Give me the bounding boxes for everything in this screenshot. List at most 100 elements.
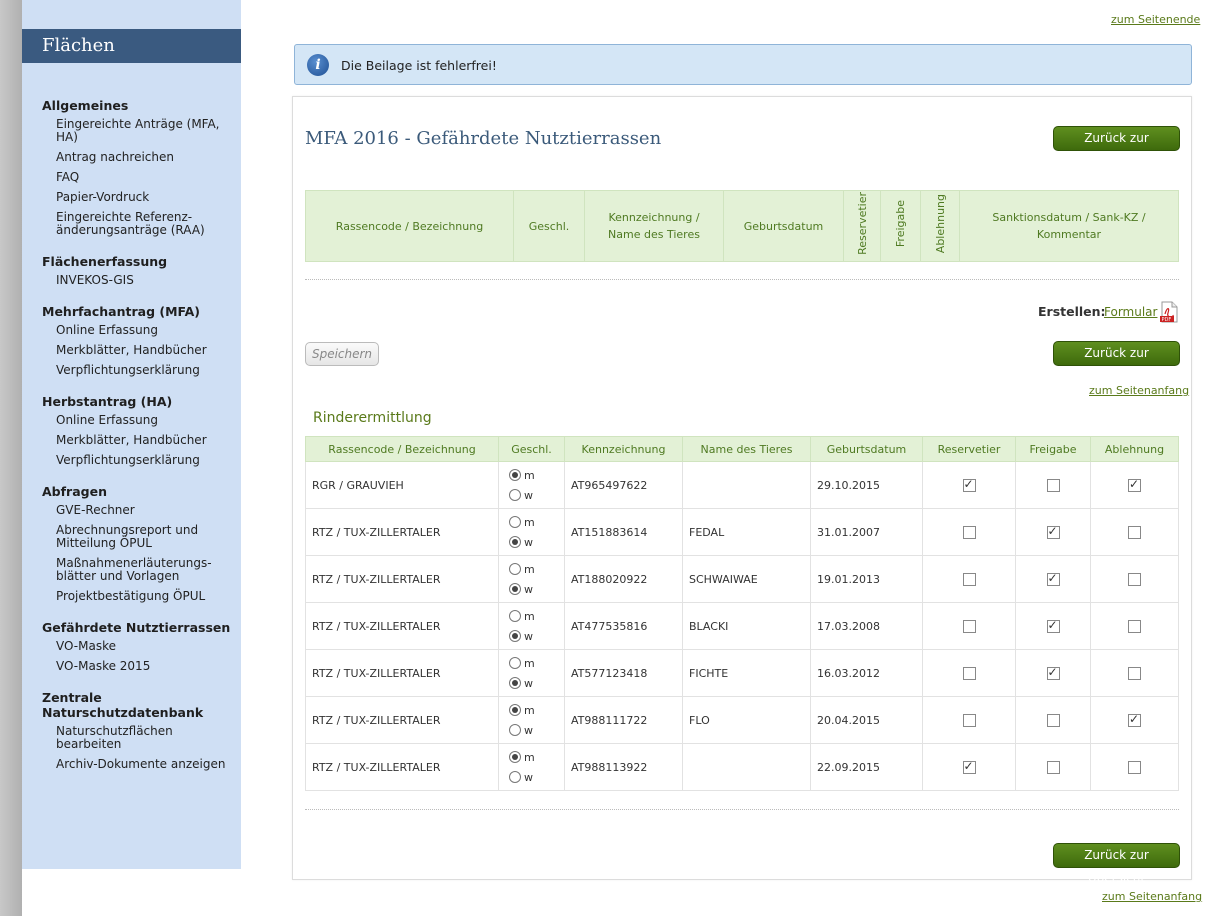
reject-checkbox[interactable] [1128, 477, 1141, 492]
nav-item[interactable]: VO-Maske 2015 [42, 660, 241, 673]
release-checkbox[interactable] [1046, 571, 1060, 586]
nav-item[interactable]: VO-Maske [42, 640, 241, 653]
nav-group: Herbstantrag (HA) Online Erfassung Merkblä… [42, 394, 241, 467]
radio-female[interactable] [509, 724, 521, 736]
radio-female[interactable] [509, 583, 521, 595]
release-checkbox[interactable] [1046, 618, 1060, 633]
reject-checkbox[interactable] [1128, 572, 1141, 586]
save-button[interactable]: Speichern [305, 342, 379, 366]
nav-section-title: Abfragen [42, 484, 107, 499]
nav-item[interactable]: Projektbestätigung ÖPUL [42, 590, 241, 603]
pdf-icon[interactable]: PDF [1159, 301, 1179, 323]
nav-item[interactable]: Merkblätter, Handbücher [42, 434, 241, 447]
reject-checkbox[interactable] [1128, 525, 1141, 539]
reject-checkbox[interactable] [1128, 619, 1141, 633]
cell-breed: RTZ / TUX-ZILLERTALER [305, 555, 499, 603]
back-to-overview-button-top[interactable]: Zurück zur Übersicht [1053, 126, 1180, 168]
nav-item[interactable]: Verpflichtungserklärung [42, 454, 241, 467]
cell-release [1015, 743, 1091, 791]
radio-male[interactable] [509, 469, 521, 481]
cell-id: AT477535816 [564, 602, 683, 650]
reserve-checkbox[interactable] [962, 619, 976, 633]
reserve-checkbox[interactable] [962, 759, 976, 774]
nav-item[interactable]: Merkblätter, Handbücher [42, 344, 241, 357]
reserve-checkbox[interactable] [962, 713, 976, 727]
nav-item[interactable]: Maßnahmenerläuterungs-blätter und Vorlag… [42, 557, 241, 583]
radio-female-label: w [524, 535, 533, 549]
radio-female[interactable] [509, 536, 521, 548]
col-sex: Geschl. [498, 436, 565, 462]
cell-reject [1090, 696, 1179, 744]
cell-release [1015, 508, 1091, 556]
cell-reserve [922, 649, 1016, 697]
radio-male[interactable] [509, 751, 521, 763]
nav-item[interactable]: Antrag nachreichen [42, 151, 241, 164]
nav-item[interactable]: Eingereichte Referenz-änderungsanträge (… [42, 211, 241, 237]
cell-name: SCHWAIWAE [682, 555, 811, 603]
rinder-section-title: Rinderermittlung [313, 410, 432, 426]
nav-item[interactable]: FAQ [42, 171, 241, 184]
table-row: RTZ / TUX-ZILLERTALER m w AT188020922 SCHWAI… [305, 555, 1179, 603]
radio-male[interactable] [509, 610, 521, 622]
cell-reject [1090, 743, 1179, 791]
cell-name: FEDAL [682, 508, 811, 556]
reject-checkbox[interactable] [1128, 760, 1141, 774]
release-checkbox[interactable] [1046, 665, 1060, 680]
radio-female[interactable] [509, 677, 521, 689]
release-checkbox[interactable] [1046, 760, 1060, 774]
reject-checkbox[interactable] [1128, 666, 1141, 680]
nav-item[interactable]: Abrechnungsreport und Mitteilung ÖPUL [42, 524, 241, 550]
nav-item[interactable]: Online Erfassung [42, 324, 241, 337]
reserve-checkbox[interactable] [962, 666, 976, 680]
header-sanction: Sanktionsdatum / Sank-KZ / Kommentar [959, 190, 1179, 262]
release-checkbox[interactable] [1046, 713, 1060, 727]
nav-item[interactable]: GVE-Rechner [42, 504, 241, 517]
cell-breed: RTZ / TUX-ZILLERTALER [305, 508, 499, 556]
nav-item[interactable]: Naturschutzflächen bearbeiten [42, 725, 241, 751]
to-top-link[interactable]: zum Seitenanfang [1102, 890, 1202, 903]
cell-reserve [922, 696, 1016, 744]
back-to-overview-button-mid[interactable]: Zurück zur Übersicht [1053, 341, 1180, 383]
radio-male[interactable] [509, 516, 521, 528]
cell-birth: 17.03.2008 [810, 602, 923, 650]
reserve-checkbox[interactable] [962, 477, 976, 492]
nav-item[interactable]: Online Erfassung [42, 414, 241, 427]
radio-female[interactable] [509, 489, 521, 501]
cell-breed: RGR / GRAUVIEH [305, 461, 499, 509]
radio-male-label: m [524, 515, 535, 529]
header-id-name: Kennzeichnung / Name des Tieres [584, 190, 724, 262]
nav-item[interactable]: Verpflichtungserklärung [42, 364, 241, 377]
nav-item[interactable]: Archiv-Dokumente anzeigen [42, 758, 241, 771]
info-message-box: i Die Beilage ist fehlerfrei! [294, 44, 1192, 85]
reserve-checkbox[interactable] [962, 572, 976, 586]
release-checkbox[interactable] [1046, 478, 1060, 492]
info-icon: i [307, 54, 329, 76]
back-to-overview-button-bottom[interactable]: Zurück zur Übersicht [1053, 843, 1180, 885]
radio-male-label: m [524, 750, 535, 764]
radio-male[interactable] [509, 563, 521, 575]
nav-item[interactable]: Eingereichte Anträge (MFA, HA) [42, 118, 241, 144]
to-top-link-inner[interactable]: zum Seitenanfang [1089, 384, 1189, 397]
radio-female-label: w [524, 582, 533, 596]
page-title: MFA 2016 - Gefährdete Nutztierrassen [305, 128, 662, 149]
to-bottom-link[interactable]: zum Seitenende [1111, 13, 1200, 26]
radio-male[interactable] [509, 704, 521, 716]
form-link[interactable]: Formular [1104, 305, 1157, 319]
reserve-checkbox[interactable] [962, 525, 976, 539]
nav-item[interactable]: Papier-Vordruck [42, 191, 241, 204]
header-breed: Rassencode / Bezeichnung [305, 190, 514, 262]
release-checkbox[interactable] [1046, 524, 1060, 539]
reject-checkbox[interactable] [1128, 712, 1141, 727]
cell-birth: 31.01.2007 [810, 508, 923, 556]
nav-section-title: Mehrfachantrag (MFA) [42, 304, 201, 319]
table-row: RTZ / TUX-ZILLERTALER m w AT151883614 FEDAL 3… [305, 508, 1179, 556]
cell-reject [1090, 461, 1179, 509]
cell-id: AT577123418 [564, 649, 683, 697]
radio-male[interactable] [509, 657, 521, 669]
radio-female[interactable] [509, 771, 521, 783]
nav-group: Allgemeines Eingereichte Anträge (MFA, HA… [42, 98, 241, 237]
radio-female[interactable] [509, 630, 521, 642]
cell-birth: 20.04.2015 [810, 696, 923, 744]
nav-item[interactable]: INVEKOS-GIS [42, 274, 241, 287]
cell-release [1015, 461, 1091, 509]
